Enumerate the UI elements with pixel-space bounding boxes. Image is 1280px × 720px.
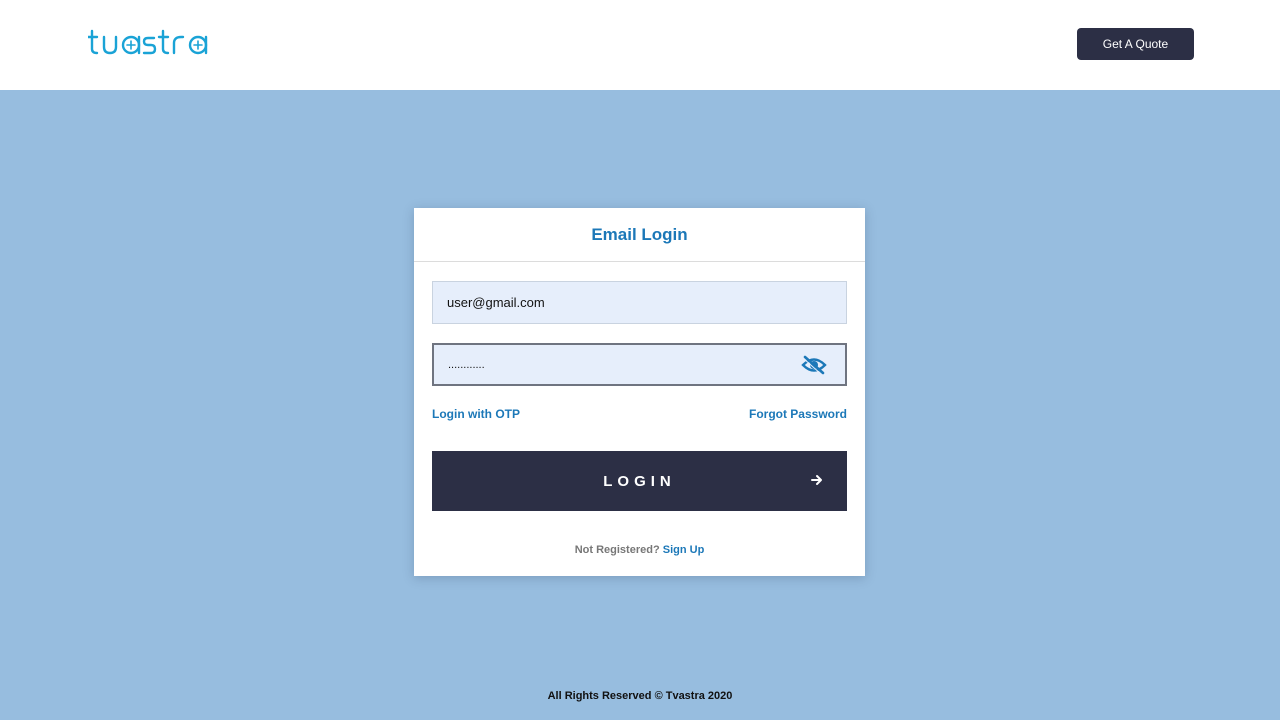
email-input[interactable]	[447, 295, 832, 310]
card-title: Email Login	[591, 224, 688, 244]
footer-copyright: All Rights Reserved © Tvastra 2020	[547, 690, 733, 702]
login-button[interactable]: LOGIN	[432, 451, 847, 511]
password-field[interactable]	[432, 343, 847, 386]
password-input[interactable]	[448, 358, 831, 371]
login-links-row: Login with OTP Forgot Password	[432, 406, 847, 422]
not-registered-text: Not Registered?	[574, 544, 660, 556]
eye-slash-icon[interactable]	[801, 355, 827, 375]
get-a-quote-button[interactable]: Get A Quote	[1077, 28, 1194, 60]
signup-row: Not Registered? Sign Up	[414, 544, 865, 556]
tvastra-logo[interactable]: tvastra	[88, 22, 218, 62]
top-navbar: tvastra Get A Quote	[0, 0, 1280, 90]
login-button-label: LOGIN	[603, 472, 676, 490]
logo-wordmark	[88, 29, 208, 55]
login-card: Email Login Login with OTP Forgot Passwo…	[414, 208, 865, 576]
card-header: Email Login	[414, 208, 865, 262]
sign-up-link[interactable]: Sign Up	[663, 544, 705, 556]
login-with-otp-link[interactable]: Login with OTP	[432, 407, 520, 421]
arrow-right-icon	[811, 473, 823, 489]
email-field[interactable]	[432, 281, 847, 324]
forgot-password-link[interactable]: Forgot Password	[749, 407, 847, 421]
